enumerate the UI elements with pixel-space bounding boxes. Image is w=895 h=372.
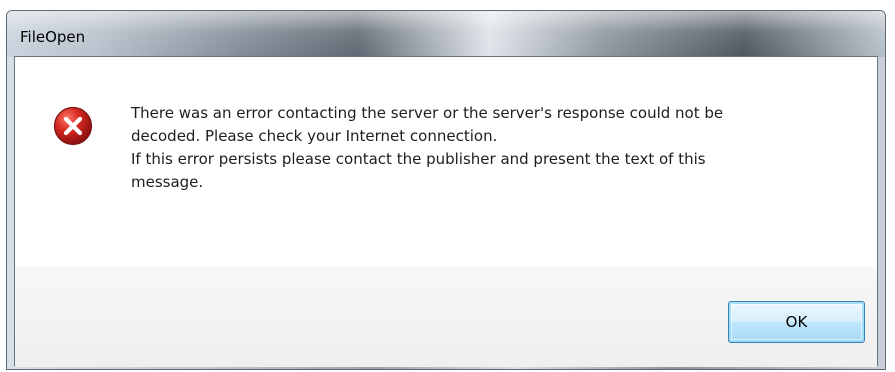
dialog-window: FileOpen There was an error contacting t… [6,10,886,370]
error-message: There was an error contacting the server… [131,102,851,194]
message-area: There was an error contacting the server… [15,57,877,267]
message-line-2: decoded. Please check your Internet conn… [131,127,498,145]
message-line-1: There was an error contacting the server… [131,104,724,122]
dialog-client-area: There was an error contacting the server… [14,56,878,367]
error-icon [53,106,93,146]
message-line-3: If this error persists please contact th… [131,150,706,168]
title-bar[interactable]: FileOpen [7,11,885,57]
window-title: FileOpen [20,28,86,46]
message-line-4: message. [131,173,204,191]
ok-button[interactable]: OK [728,301,865,343]
